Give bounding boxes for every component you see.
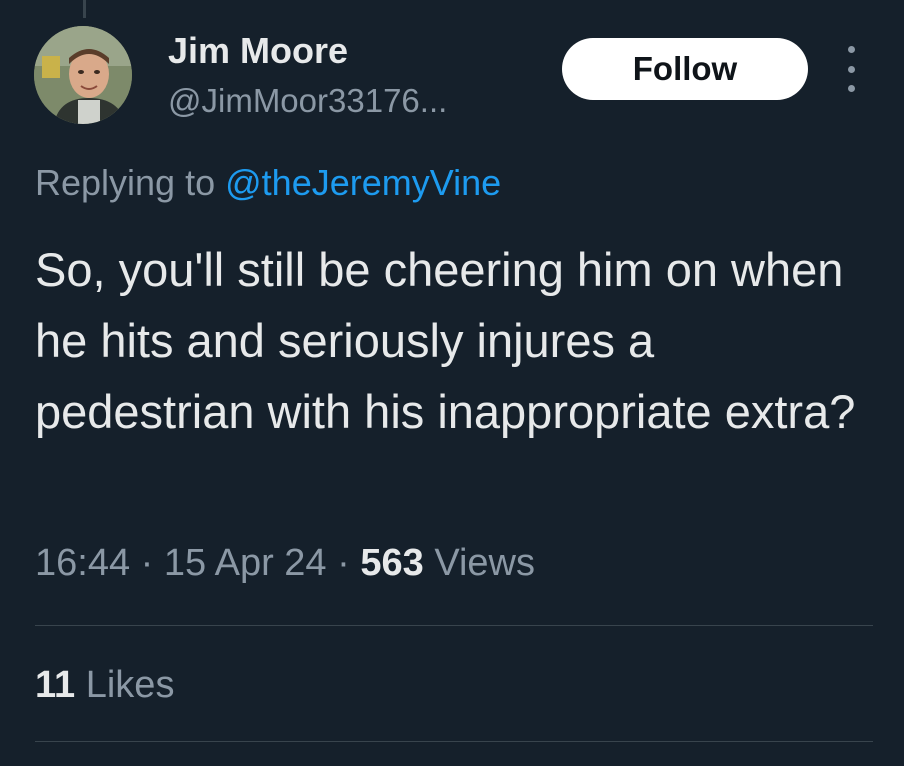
likes-count: 11: [35, 664, 76, 706]
divider: [35, 625, 873, 626]
more-dot: [847, 85, 855, 92]
tweet-text: So, you'll still be cheering him on when…: [35, 243, 856, 438]
author-name[interactable]: Jim Moore: [168, 30, 348, 72]
likes-label: Likes: [85, 664, 175, 706]
tweet-metadata: 16:44 · 15 Apr 24 · 563 Views: [35, 542, 535, 585]
more-dot: [847, 65, 855, 73]
tweet-date[interactable]: 15 Apr 24: [164, 542, 327, 584]
avatar[interactable]: [34, 26, 132, 124]
replying-prefix: Replying to: [35, 162, 216, 203]
author-handle[interactable]: @JimMoor33176...: [168, 82, 447, 120]
meta-separator: ·: [140, 542, 154, 584]
tweet-time[interactable]: 16:44: [35, 542, 130, 584]
views-count: 563: [360, 542, 424, 584]
avatar-photo: [34, 26, 132, 124]
divider: [35, 741, 873, 742]
follow-button[interactable]: Follow: [562, 38, 808, 100]
reply-mention-link[interactable]: @theJeremyVine: [225, 162, 501, 203]
more-options-icon[interactable]: [838, 46, 864, 92]
likes-stat[interactable]: 11 Likes: [35, 664, 174, 707]
thread-connector-line: [83, 0, 86, 18]
meta-separator: ·: [337, 542, 350, 584]
more-dot: [847, 46, 855, 53]
replying-to-line: Replying to @theJeremyVine: [35, 162, 501, 204]
views-label: Views: [434, 542, 535, 584]
